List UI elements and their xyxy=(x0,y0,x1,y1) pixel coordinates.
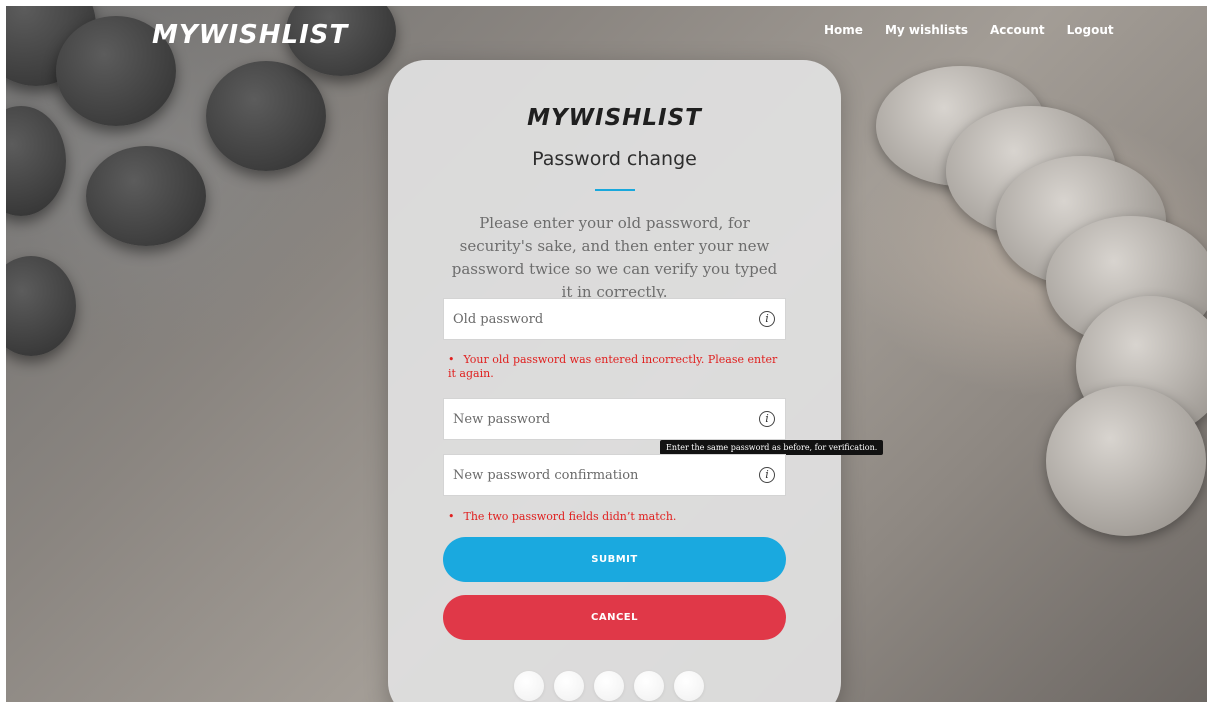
info-circle-icon[interactable]: i xyxy=(759,467,775,483)
info-circle-icon[interactable]: i xyxy=(759,311,775,327)
title-divider xyxy=(595,189,635,191)
page-title: Password change xyxy=(532,148,697,170)
card-logo: MYWISHLIST xyxy=(527,105,702,131)
decorative-dot xyxy=(634,671,664,701)
calculator-key-shape xyxy=(6,106,66,216)
decorative-dot xyxy=(594,671,624,701)
coin-shape xyxy=(1046,386,1206,536)
nav-my-wishlists-link[interactable]: My wishlists xyxy=(885,23,968,37)
site-logo[interactable]: MYWISHLIST xyxy=(152,20,348,50)
old-password-error-text: Your old password was entered incorrectl… xyxy=(448,353,778,380)
decorative-dot xyxy=(674,671,704,701)
nav-account-link[interactable]: Account xyxy=(990,23,1045,37)
old-password-field: i xyxy=(443,298,786,340)
password-confirmation-tooltip: Enter the same password as before, for v… xyxy=(660,440,884,460)
cancel-button[interactable]: CANCEL xyxy=(443,595,786,640)
new-password-input[interactable] xyxy=(444,399,744,439)
decorative-dots xyxy=(514,671,704,701)
old-password-error: • Your old password was entered incorrect… xyxy=(448,353,783,381)
calculator-key-shape xyxy=(206,61,326,171)
info-circle-icon[interactable]: i xyxy=(759,411,775,427)
decorative-dot xyxy=(554,671,584,701)
nav-home-link[interactable]: Home xyxy=(824,23,863,37)
calculator-key-shape xyxy=(6,256,76,356)
form-description: Please enter your old password, for secu… xyxy=(451,214,778,301)
main-nav: Home My wishlists Account Logout xyxy=(824,23,1114,37)
old-password-input[interactable] xyxy=(444,299,744,339)
confirm-password-error: • The two password fields didn’t match. xyxy=(448,510,783,524)
decorative-dot xyxy=(514,671,544,701)
nav-logout-link[interactable]: Logout xyxy=(1067,23,1114,37)
calculator-key-shape xyxy=(86,146,206,246)
new-password-confirmation-input[interactable] xyxy=(444,455,744,495)
error-bullet: • xyxy=(448,510,455,523)
page-background: MYWISHLIST Home My wishlists Account Log… xyxy=(6,6,1207,702)
confirm-password-error-text: The two password fields didn’t match. xyxy=(463,510,677,523)
new-password-confirmation-field: i xyxy=(443,454,786,496)
error-bullet: • xyxy=(448,353,455,366)
new-password-field: i xyxy=(443,398,786,440)
submit-button[interactable]: SUBMIT xyxy=(443,537,786,582)
password-change-card: MYWISHLIST Password change Please enter … xyxy=(388,60,884,702)
